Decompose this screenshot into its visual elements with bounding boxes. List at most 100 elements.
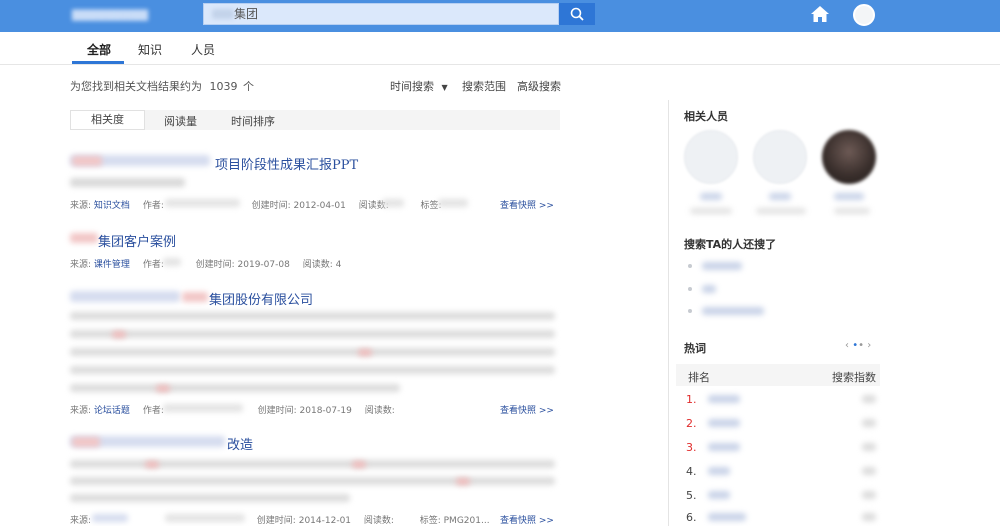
source-label: 来源: <box>70 201 92 211</box>
user-avatar[interactable] <box>853 4 875 26</box>
result-2-source-link[interactable]: 课件管理 <box>94 260 130 270</box>
caret-down-icon: ▼ <box>441 83 448 92</box>
result-4-snippet-highlight <box>352 461 366 468</box>
hotword-index <box>862 443 876 451</box>
time-search-dropdown[interactable]: 时间搜索 ▼ <box>390 78 448 94</box>
tab-all[interactable]: 全部 <box>87 41 111 58</box>
result-1-highlight-redacted <box>72 156 102 166</box>
reads-label: 阅读数: <box>364 406 395 416</box>
person-avatar[interactable] <box>822 130 876 184</box>
author-label: 作者: <box>142 260 164 270</box>
hotwords-rank-header: 排名 <box>688 371 710 384</box>
created-label: 创建时间: <box>251 201 291 211</box>
result-1-created: 2012-04-01 <box>293 201 346 211</box>
hotword-rank: 2. <box>686 417 697 430</box>
hotword-term[interactable] <box>708 513 746 521</box>
hotword-rank: 5. <box>686 489 697 502</box>
result-3-created: 2018-07-19 <box>299 406 352 416</box>
source-label: 来源: <box>70 260 92 270</box>
search-input[interactable]: 集团 <box>203 3 559 25</box>
also-searched-item[interactable] <box>702 262 742 270</box>
hotword-term[interactable] <box>708 419 740 427</box>
sort-read-count[interactable]: 阅读量 <box>164 113 197 129</box>
created-label: 创建时间: <box>195 260 235 270</box>
result-3-snapshot-link[interactable]: 查看快照 >> <box>500 403 554 416</box>
tags-label: 标签: <box>419 516 441 526</box>
category-tabs: 全部 知识 人员 <box>0 32 1000 65</box>
reads-label: 阅读数: <box>302 260 333 270</box>
result-3-snippet-line-5 <box>70 384 400 392</box>
pager-dot[interactable]: • <box>858 340 864 351</box>
result-4-snippet-line-2 <box>70 477 555 485</box>
time-search-label: 时间搜索 <box>390 80 434 93</box>
result-2-reads: 4 <box>335 260 342 270</box>
result-3-title-redacted <box>70 291 180 302</box>
chevron-right-icon[interactable]: › <box>867 340 871 351</box>
result-count-text: 为您找到相关文档结果约为 1039 个 <box>70 78 254 94</box>
hotword-rank: 1. <box>686 393 697 406</box>
result-4-snippet-highlight <box>456 478 470 485</box>
also-searched-item[interactable] <box>702 307 764 315</box>
app-logo[interactable]: ▇▇▇▇▇▇▇▇▇ <box>72 8 184 22</box>
result-3-author-redacted <box>163 404 243 412</box>
hotword-term[interactable] <box>708 467 730 475</box>
search-button[interactable] <box>559 3 595 25</box>
result-1-tags-redacted <box>438 199 468 207</box>
hotword-index <box>862 419 876 427</box>
hotword-rank: 6. <box>686 511 697 524</box>
hotword-index <box>862 491 876 499</box>
person-name-redacted <box>769 193 791 200</box>
hotword-index <box>862 513 876 521</box>
hotwords-index-header: 搜索指数 <box>832 371 876 384</box>
result-4-title[interactable]: 改造 <box>227 434 253 453</box>
result-2-created: 2019-07-08 <box>237 260 290 270</box>
hotwords-pager[interactable]: ‹ •• › <box>845 340 871 351</box>
hotword-rank: 3. <box>686 441 697 454</box>
also-searched-item[interactable] <box>702 285 716 293</box>
created-label: 创建时间: <box>257 406 297 416</box>
reads-label: 阅读数: <box>363 516 394 526</box>
sort-relevance[interactable]: 相关度 <box>70 110 145 130</box>
top-navigation-bar: ▇▇▇▇▇▇▇▇▇ 集团 <box>0 0 1000 32</box>
tab-people[interactable]: 人员 <box>191 41 215 58</box>
result-3-source-link[interactable]: 论坛话题 <box>94 406 130 416</box>
result-4-highlight-redacted <box>72 437 100 447</box>
sort-time[interactable]: 时间排序 <box>231 113 275 129</box>
result-1-title[interactable]: 项目阶段性成果汇报PPT <box>215 154 358 173</box>
result-4-meta: 来源: 创建时间: 2014-12-01 阅读数: 标签: PMG201... <box>70 513 490 526</box>
result-4-snippet-line-1 <box>70 460 555 468</box>
person-avatar[interactable] <box>753 130 807 184</box>
result-1-reads-redacted <box>382 199 404 207</box>
tab-knowledge[interactable]: 知识 <box>138 41 162 58</box>
search-scope-link[interactable]: 搜索范围 <box>462 78 506 94</box>
result-3-snippet-line-4 <box>70 366 555 374</box>
result-2-title[interactable]: 集团客户案例 <box>98 231 176 250</box>
hotword-term[interactable] <box>708 395 740 403</box>
related-people-title: 相关人员 <box>684 110 728 123</box>
advanced-search-link[interactable]: 高级搜索 <box>517 78 561 94</box>
result-4-author-redacted <box>165 514 245 522</box>
hotword-rank: 4. <box>686 465 697 478</box>
search-query-redacted <box>212 9 234 19</box>
result-1-snippet-redacted <box>70 178 185 187</box>
result-4-created: 2014-12-01 <box>298 516 352 526</box>
person-name-redacted <box>834 193 864 200</box>
person-name-redacted <box>700 193 722 200</box>
result-4-tags: PMG201... <box>443 516 490 526</box>
hotword-term[interactable] <box>708 491 730 499</box>
result-4-snapshot-link[interactable]: 查看快照 >> <box>500 513 554 526</box>
also-searched-title: 搜索TA的人还搜了 <box>684 238 777 251</box>
result-3-highlight-redacted <box>182 292 208 302</box>
result-1-snapshot-link[interactable]: 查看快照 >> <box>500 198 554 211</box>
home-icon[interactable] <box>810 5 830 23</box>
source-label: 来源: <box>70 406 92 416</box>
person-dept-redacted <box>834 208 870 214</box>
result-1-source-link[interactable]: 知识文档 <box>94 201 130 211</box>
hotword-term[interactable] <box>708 443 740 451</box>
result-3-title[interactable]: 集团股份有限公司 <box>209 289 313 308</box>
active-tab-indicator <box>72 61 124 64</box>
hotword-index <box>862 395 876 403</box>
person-avatar[interactable] <box>684 130 738 184</box>
chevron-left-icon[interactable]: ‹ <box>845 340 849 351</box>
hotwords-title: 热词 <box>684 342 706 355</box>
